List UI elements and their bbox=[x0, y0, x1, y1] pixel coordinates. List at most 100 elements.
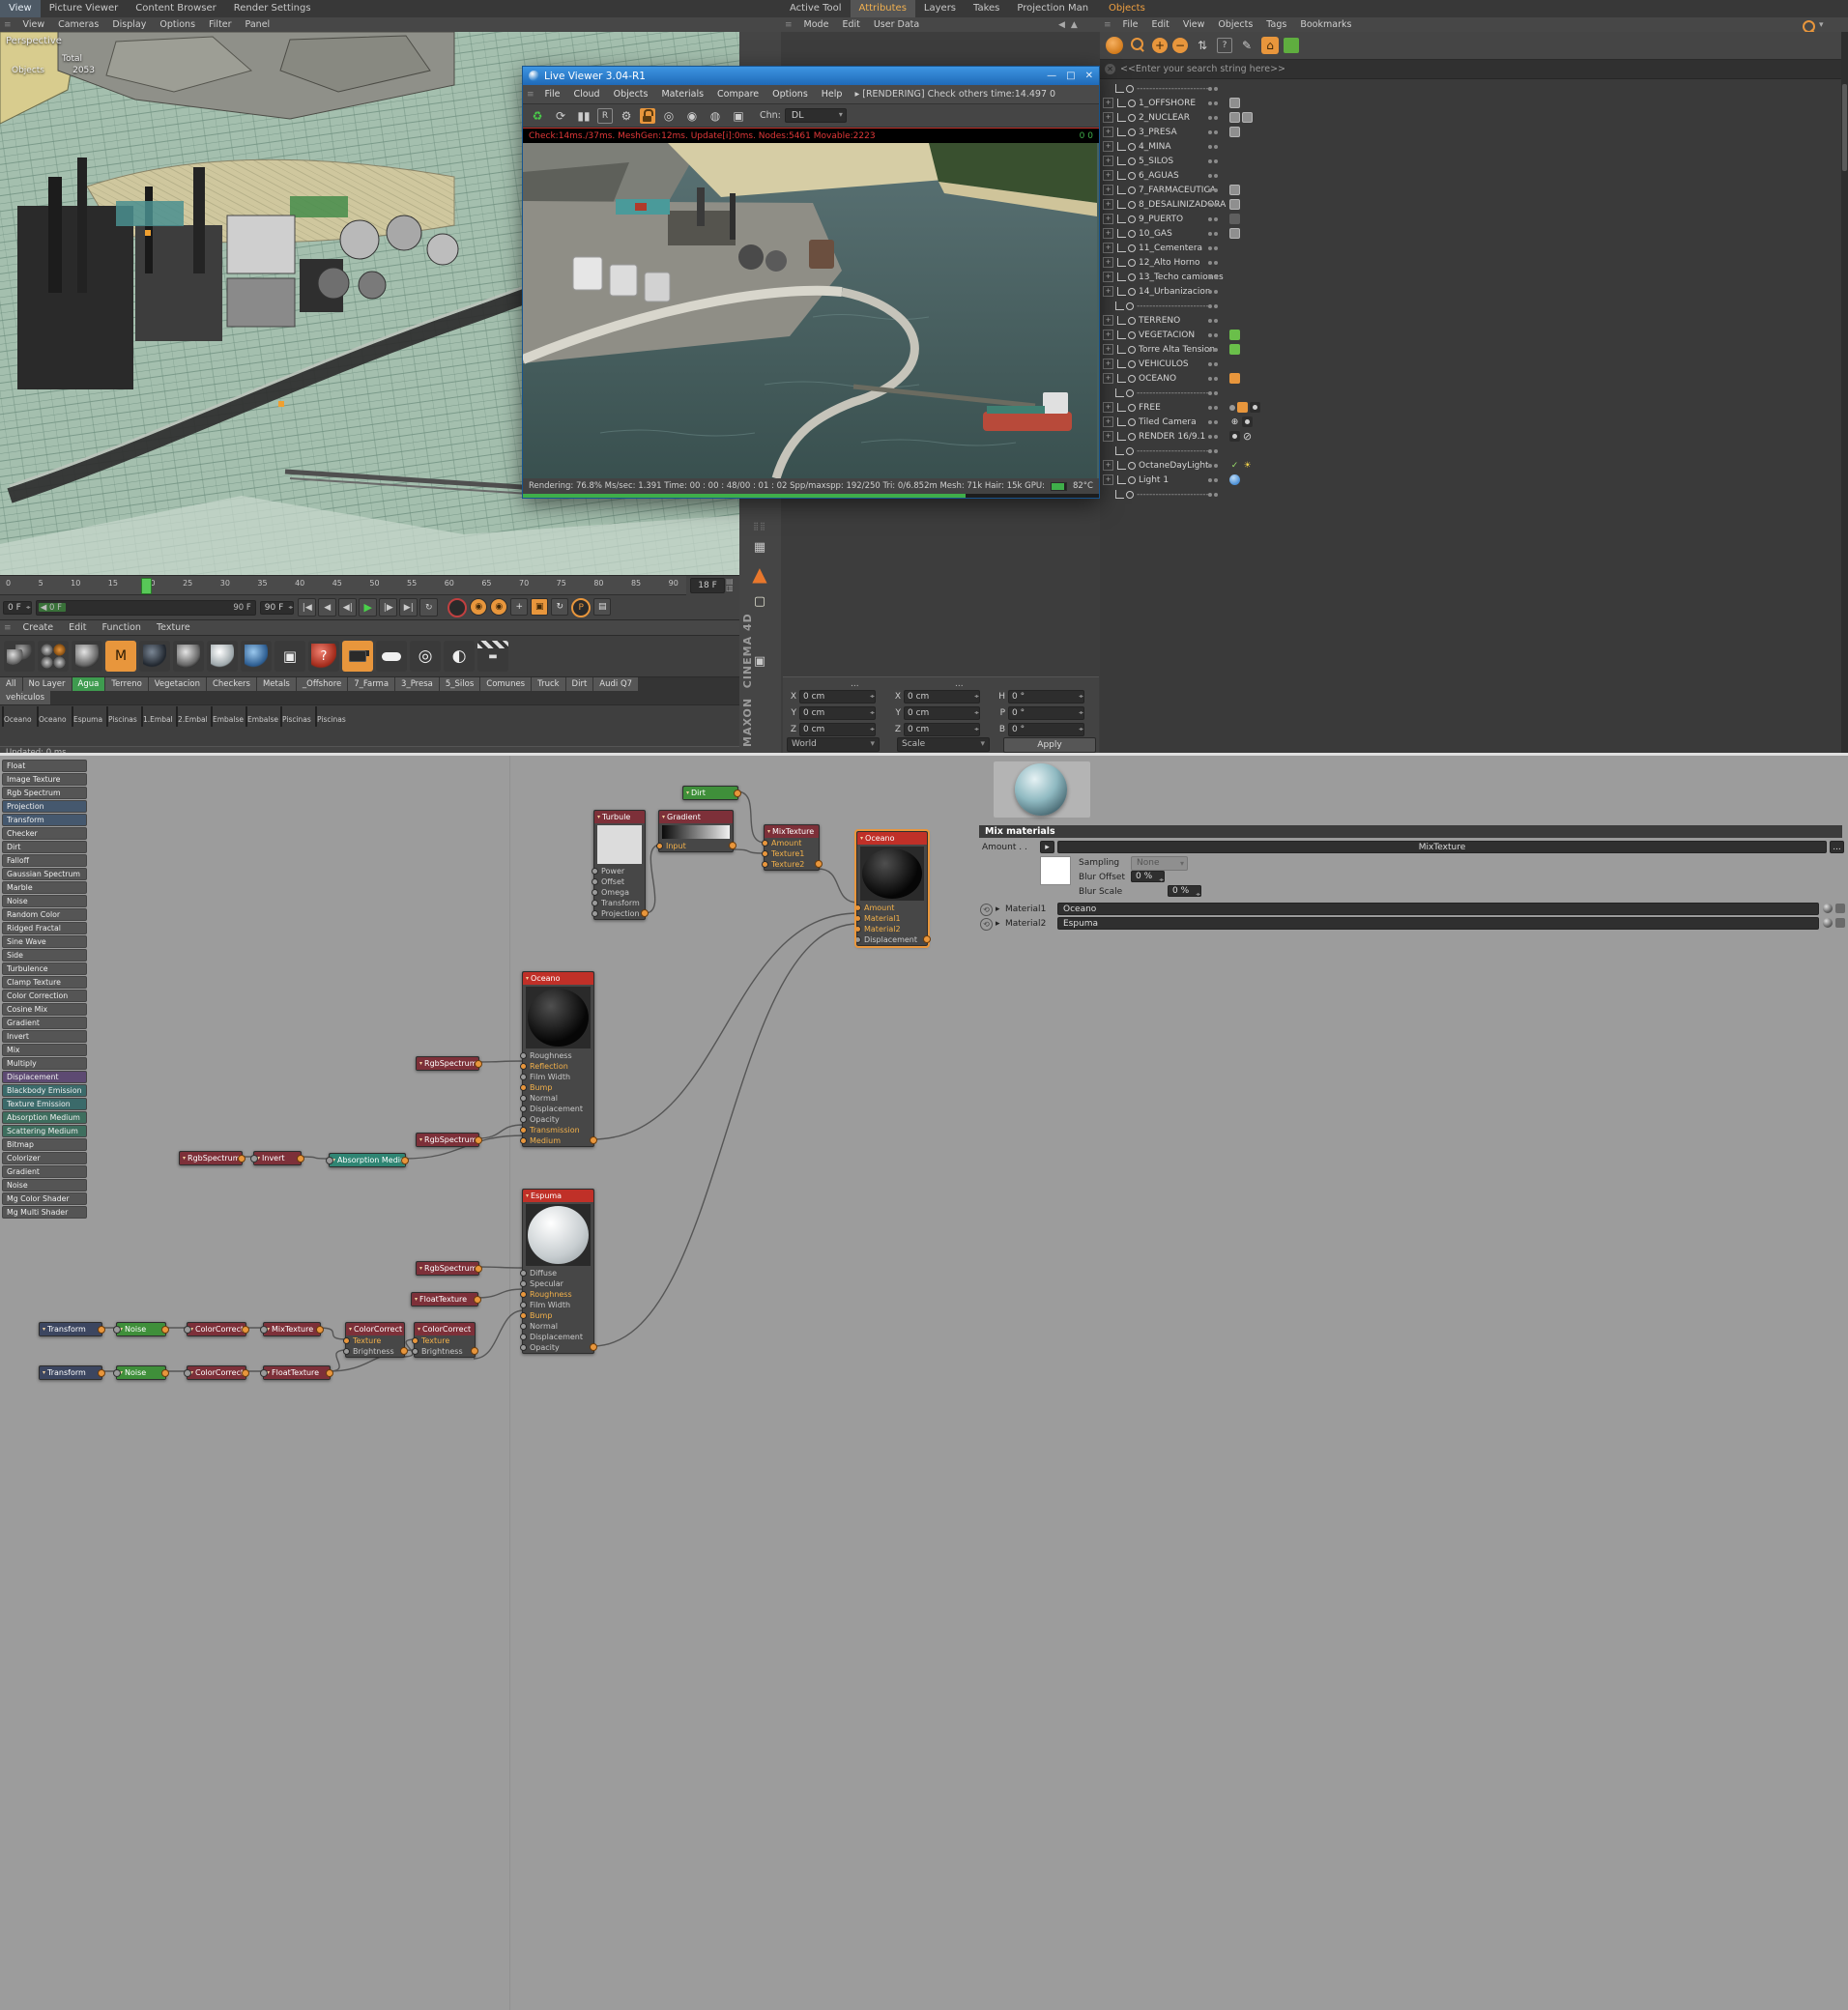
vegetacion[interactable]: Vegetacion bbox=[148, 677, 206, 691]
shader-blue-icon[interactable] bbox=[241, 641, 272, 672]
output-socket-icon[interactable] bbox=[242, 1369, 249, 1377]
material1-reset-icon[interactable]: ⟲ bbox=[980, 904, 993, 916]
displacement[interactable]: Displacement bbox=[2, 1071, 87, 1083]
loop-button[interactable]: ↻ bbox=[419, 598, 439, 617]
half-shader-icon[interactable]: ◐ bbox=[444, 641, 475, 672]
back-icon[interactable]: ◀ bbox=[1058, 20, 1065, 30]
material2-arrow[interactable]: ▸ bbox=[996, 919, 1000, 929]
blur-scale-field[interactable]: 0 % bbox=[1168, 885, 1202, 897]
amount-color-swatch[interactable] bbox=[1040, 856, 1071, 885]
input-socket-icon[interactable] bbox=[260, 1369, 268, 1377]
timeline-ruler[interactable]: 051015202530354045505560657075808590 bbox=[0, 576, 686, 595]
mesh-tag-icon[interactable] bbox=[1229, 185, 1240, 195]
expand-toggle[interactable]: + bbox=[1103, 460, 1113, 471]
expand-toggle[interactable]: + bbox=[1103, 431, 1113, 442]
node-rgbspectrum[interactable]: ▾ RgbSpectrum bbox=[179, 1151, 245, 1165]
node-header[interactable]: ▾ Espuma bbox=[523, 1190, 593, 1202]
output-socket-icon[interactable] bbox=[98, 1369, 105, 1377]
ban-tag-icon[interactable]: ⊘ bbox=[1242, 430, 1253, 443]
output-socket-icon[interactable] bbox=[734, 790, 741, 797]
settings-icon[interactable]: ⚙ bbox=[617, 106, 636, 126]
visibility-dots-icon[interactable] bbox=[1208, 173, 1218, 178]
prev-key-button[interactable]: ◀| bbox=[338, 598, 358, 617]
camera-shader-icon[interactable] bbox=[342, 641, 373, 672]
visibility-dots-icon[interactable] bbox=[1208, 448, 1218, 453]
node-noise[interactable]: ▾ Noise bbox=[113, 1365, 169, 1380]
input-socket-icon[interactable] bbox=[326, 1157, 333, 1164]
node-header[interactable]: ▾ Invert bbox=[254, 1152, 301, 1164]
material-thumbnail[interactable]: Piscinas bbox=[106, 706, 137, 746]
checker[interactable]: Checker bbox=[2, 827, 87, 840]
node-header[interactable]: ▾ ColorCorrect bbox=[415, 1323, 475, 1335]
object-row-terreno[interactable]: + TERRENO bbox=[1100, 313, 1840, 328]
bitmap[interactable]: Bitmap bbox=[2, 1138, 87, 1151]
input-socket-icon[interactable] bbox=[260, 1326, 268, 1334]
timeline-mini-icons[interactable]: ▤ ▥ bbox=[726, 578, 734, 592]
current-frame-marker[interactable] bbox=[141, 578, 152, 594]
node-turbule[interactable]: ▾ Turbule Power Offset Omega Transform Project… bbox=[592, 810, 649, 920]
drag-grip-icon[interactable]: ≡ bbox=[1100, 20, 1115, 30]
material-thumbnail[interactable]: Embalse bbox=[245, 706, 278, 746]
close-icon[interactable]: ✕ bbox=[1085, 71, 1093, 81]
port-roughness[interactable]: Roughness bbox=[520, 1289, 593, 1300]
port-transmission[interactable]: Transmission bbox=[520, 1125, 593, 1135]
pin-icon[interactable]: ◍ bbox=[706, 106, 725, 126]
node-header[interactable]: ▾ Turbule bbox=[594, 811, 645, 823]
orange-tag-icon[interactable] bbox=[1237, 402, 1248, 413]
port-material2[interactable]: Material2 bbox=[854, 924, 927, 934]
terreno[interactable]: Terreno bbox=[105, 677, 148, 691]
output-socket-icon[interactable] bbox=[471, 1347, 478, 1355]
material-group-icon[interactable] bbox=[38, 641, 69, 672]
output-socket-icon[interactable] bbox=[641, 909, 649, 917]
input-socket-icon[interactable] bbox=[250, 1155, 258, 1163]
port-film-width[interactable]: Film Width bbox=[520, 1072, 593, 1082]
rotation-key-icon[interactable]: ↻ bbox=[551, 597, 569, 616]
port-normal[interactable]: Normal bbox=[520, 1321, 593, 1332]
visibility-dots-icon[interactable] bbox=[1208, 492, 1218, 497]
node-header[interactable]: ▾ ColorCorrect bbox=[188, 1366, 245, 1379]
palette-handle-icon[interactable]: ⣿⣿ bbox=[747, 515, 772, 536]
render-view[interactable] bbox=[523, 143, 1099, 478]
port-brightness[interactable]: Brightness bbox=[412, 1346, 475, 1357]
object-row-9-puerto[interactable]: +9_PUERTO bbox=[1100, 212, 1840, 226]
node-gradient[interactable]: ▾ Gradient Input bbox=[656, 810, 736, 852]
material-thumbnail[interactable]: Embalse bbox=[211, 706, 244, 746]
expand-toggle[interactable]: + bbox=[1103, 214, 1113, 224]
help-shader-icon[interactable]: ? bbox=[308, 641, 339, 672]
cam-tag-icon[interactable] bbox=[1229, 431, 1240, 442]
output-socket-icon[interactable] bbox=[242, 1326, 249, 1334]
falloff[interactable]: Falloff bbox=[2, 854, 87, 867]
expand-toggle[interactable]: + bbox=[1103, 112, 1113, 123]
absorption-medium[interactable]: Absorption Medium bbox=[2, 1111, 87, 1124]
object-row-7-farmaceutica[interactable]: +7_FARMACEUTICA bbox=[1100, 183, 1840, 197]
mesh-tag-icon[interactable] bbox=[1229, 98, 1240, 108]
turbulence[interactable]: Turbulence bbox=[2, 962, 87, 975]
visibility-dots-icon[interactable] bbox=[1208, 463, 1218, 468]
port-brightness[interactable]: Brightness bbox=[343, 1346, 404, 1357]
focus-picker-icon[interactable]: ◎ bbox=[659, 106, 679, 126]
material1-field[interactable]: Oceano bbox=[1057, 903, 1819, 915]
visibility-dots-icon[interactable] bbox=[1208, 419, 1218, 424]
tab-objects[interactable]: Objects bbox=[1100, 0, 1154, 17]
check-tag-icon[interactable]: ✓ bbox=[1229, 460, 1240, 471]
region-render-icon[interactable]: R bbox=[597, 107, 613, 124]
material2-field[interactable]: Espuma bbox=[1057, 917, 1819, 930]
port-displacement[interactable]: Displacement bbox=[520, 1104, 593, 1114]
node-header[interactable]: ▾ Noise bbox=[117, 1323, 165, 1335]
live-viewer-titlebar[interactable]: Live Viewer 3.04-R1 — □ ✕ bbox=[523, 67, 1099, 85]
node-oceano[interactable]: ▾ Oceano Roughness Reflection Film Width Bump… bbox=[520, 971, 597, 1147]
port-normal[interactable]: Normal bbox=[520, 1093, 593, 1104]
object-row-free[interactable]: + FREE bbox=[1100, 400, 1840, 415]
node-header[interactable]: ▾ ColorCorrect bbox=[188, 1323, 245, 1335]
amount-knob[interactable]: ▸ bbox=[1040, 841, 1054, 853]
visibility-dots-icon[interactable] bbox=[1208, 405, 1218, 410]
material-sphere-icon[interactable] bbox=[72, 641, 102, 672]
visibility-dots-icon[interactable] bbox=[1208, 318, 1218, 323]
expand-toggle[interactable]: + bbox=[1103, 199, 1113, 210]
visibility-dots-icon[interactable] bbox=[1208, 115, 1218, 120]
blackbody-emission[interactable]: Blackbody Emission bbox=[2, 1084, 87, 1097]
port-transform[interactable]: Transform bbox=[592, 898, 645, 908]
port-diffuse[interactable]: Diffuse bbox=[520, 1268, 593, 1278]
mesh2-tag-icon[interactable] bbox=[1229, 214, 1240, 224]
node-absorption-medium[interactable]: ▾Absorption Medium bbox=[326, 1153, 409, 1167]
